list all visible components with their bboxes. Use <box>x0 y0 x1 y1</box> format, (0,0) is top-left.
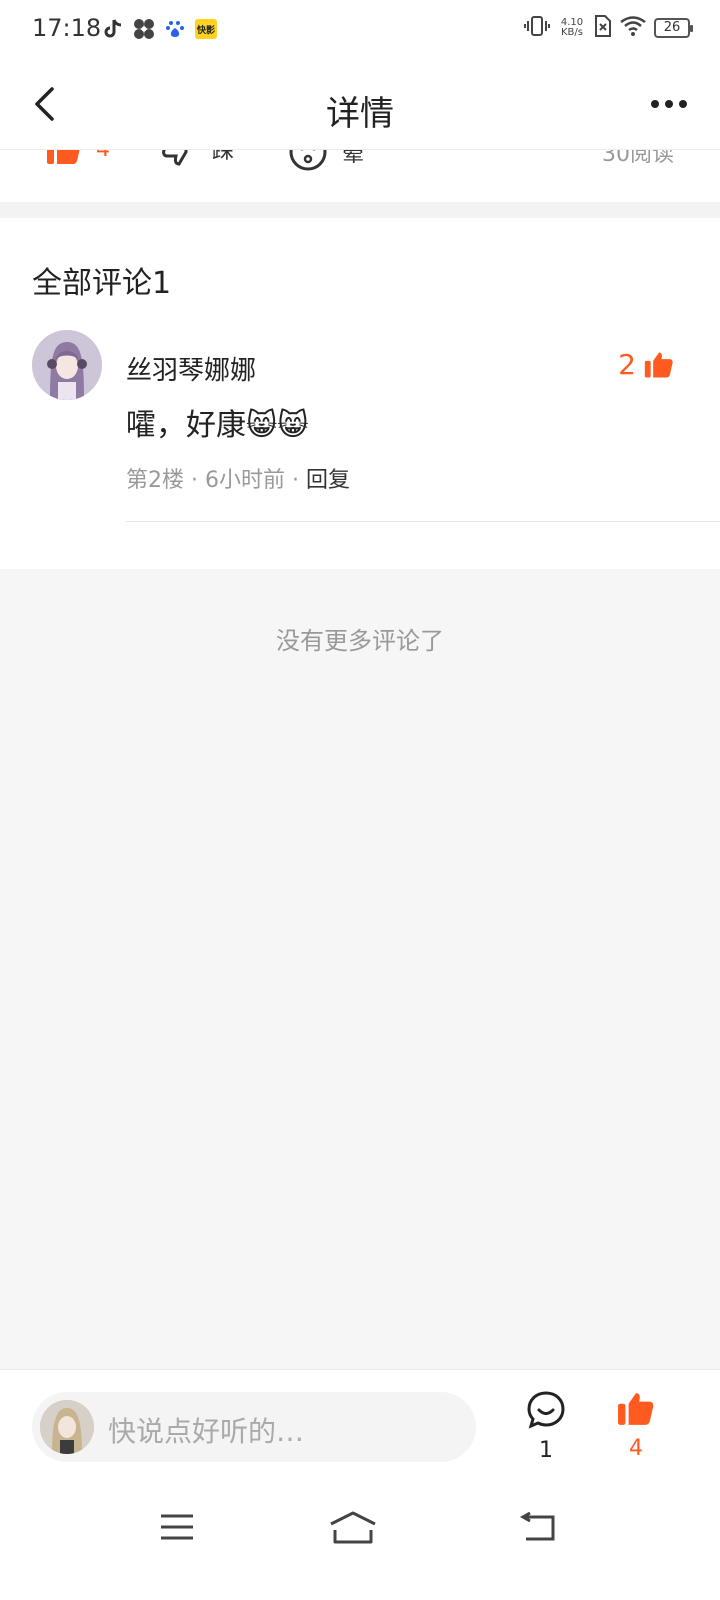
more-button[interactable] <box>644 84 694 124</box>
no-sim-icon <box>594 15 612 41</box>
status-bar: 17:18 快影 4.10 KB/s 26 <box>0 0 720 60</box>
reply-link[interactable]: 回复 <box>306 468 350 493</box>
comment-author[interactable]: 丝羽琴娜娜 <box>126 350 256 387</box>
net-speed: 4.10 KB/s <box>560 17 584 38</box>
comment-floor: 第2楼 <box>126 468 184 493</box>
section-divider <box>0 202 720 218</box>
vibrate-icon <box>524 15 550 41</box>
bottom-like-count: 4 <box>629 1436 643 1461</box>
more-dots-icon <box>651 100 659 108</box>
comment-like-count: 2 <box>618 348 636 381</box>
tiktok-icon <box>102 18 124 40</box>
thumbs-up-icon <box>618 1393 654 1425</box>
comment-bubble-icon <box>527 1391 565 1429</box>
comment-count: 1 <box>539 1438 553 1463</box>
comment-item: 丝羽琴娜娜 2 嚯，好康😸😸 第2楼 · 6小时前 · 回复 <box>0 330 720 522</box>
back-nav-button[interactable] <box>508 1507 568 1547</box>
home-icon <box>330 1511 376 1544</box>
my-avatar <box>40 1400 94 1454</box>
comment-like-button[interactable]: 2 <box>618 348 674 381</box>
my-avatar-image <box>40 1400 94 1454</box>
comment-meta: 第2楼 · 6小时前 · 回复 <box>126 462 350 494</box>
comment-count-button[interactable]: 1 <box>522 1390 570 1463</box>
bottom-like-button[interactable]: 4 <box>612 1390 660 1461</box>
comment-time: 6小时前 <box>205 468 285 493</box>
avatar-image <box>32 330 102 400</box>
input-placeholder: 快说点好听的… <box>108 1415 305 1448</box>
status-time: 17:18 <box>32 14 102 42</box>
status-right: 4.10 KB/s 26 <box>524 15 693 41</box>
comment-text: 嚯，好康😸😸 <box>126 408 309 443</box>
nav-bar: 详情 <box>0 60 720 150</box>
meta-separator: · <box>191 468 205 493</box>
baidu-icon <box>164 18 186 40</box>
battery-indicator: 26 <box>654 18 693 38</box>
status-app-icons: 快影 <box>102 16 217 42</box>
comment-divider <box>126 521 720 522</box>
menu-button[interactable] <box>147 1507 207 1547</box>
home-button[interactable] <box>323 1507 383 1547</box>
no-more-comments: 没有更多评论了 <box>276 627 444 655</box>
comments-title: 全部评论1 <box>32 266 172 301</box>
avatar[interactable] <box>32 330 102 400</box>
system-nav-bar <box>0 1487 720 1600</box>
comment-input[interactable]: 快说点好听的… <box>32 1392 476 1462</box>
return-icon <box>520 1512 555 1541</box>
menu-icon <box>161 1514 193 1540</box>
kuaishou-icon: 快影 <box>195 19 217 39</box>
app-icon <box>133 18 155 40</box>
thumbs-up-icon <box>644 352 673 377</box>
comments-end-area: 没有更多评论了 <box>0 569 720 1369</box>
meta-separator: · <box>292 468 306 493</box>
wifi-icon <box>620 16 646 40</box>
bottom-input-bar: 快说点好听的… 1 4 <box>0 1369 720 1487</box>
page-title: 详情 <box>326 94 394 134</box>
